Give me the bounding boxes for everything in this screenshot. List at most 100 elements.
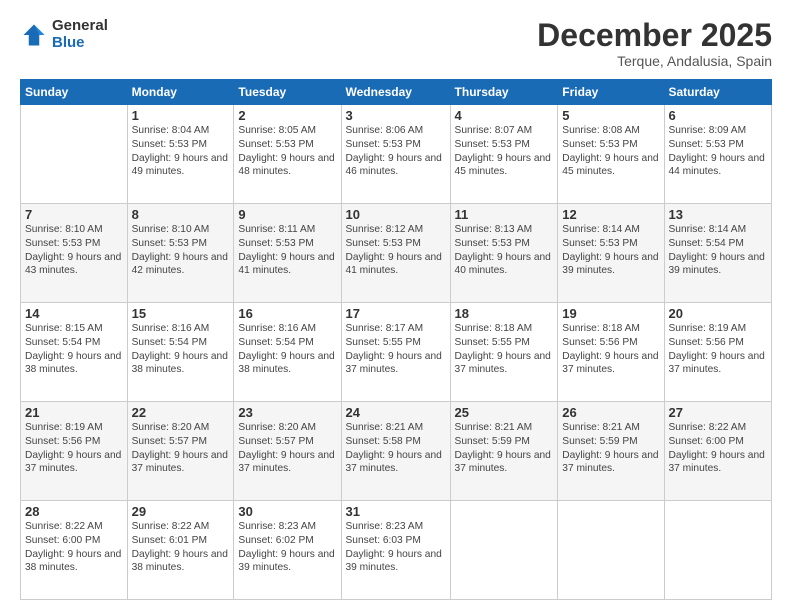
weekday-header-wednesday: Wednesday (341, 80, 450, 105)
day-info: Sunrise: 8:22 AM Sunset: 6:00 PM Dayligh… (25, 520, 123, 575)
day-number: 5 (562, 108, 659, 123)
day-info: Sunrise: 8:23 AM Sunset: 6:03 PM Dayligh… (346, 520, 446, 575)
day-number: 6 (669, 108, 768, 123)
day-number: 22 (132, 405, 230, 420)
calendar-week-row: 1Sunrise: 8:04 AM Sunset: 5:53 PM Daylig… (21, 105, 772, 204)
day-number: 1 (132, 108, 230, 123)
day-number: 30 (238, 504, 336, 519)
day-number: 3 (346, 108, 446, 123)
weekday-header-row: SundayMondayTuesdayWednesdayThursdayFrid… (21, 80, 772, 105)
day-number: 2 (238, 108, 336, 123)
logo-icon (20, 21, 48, 49)
calendar-week-row: 7Sunrise: 8:10 AM Sunset: 5:53 PM Daylig… (21, 204, 772, 303)
day-info: Sunrise: 8:08 AM Sunset: 5:53 PM Dayligh… (562, 124, 659, 179)
day-info: Sunrise: 8:16 AM Sunset: 5:54 PM Dayligh… (132, 322, 230, 377)
day-info: Sunrise: 8:16 AM Sunset: 5:54 PM Dayligh… (238, 322, 336, 377)
calendar-cell: 4Sunrise: 8:07 AM Sunset: 5:53 PM Daylig… (450, 105, 558, 204)
day-info: Sunrise: 8:17 AM Sunset: 5:55 PM Dayligh… (346, 322, 446, 377)
calendar-cell: 15Sunrise: 8:16 AM Sunset: 5:54 PM Dayli… (127, 303, 234, 402)
calendar-cell: 27Sunrise: 8:22 AM Sunset: 6:00 PM Dayli… (664, 402, 772, 501)
day-info: Sunrise: 8:11 AM Sunset: 5:53 PM Dayligh… (238, 223, 336, 278)
day-info: Sunrise: 8:18 AM Sunset: 5:56 PM Dayligh… (562, 322, 659, 377)
calendar-cell: 19Sunrise: 8:18 AM Sunset: 5:56 PM Dayli… (558, 303, 664, 402)
day-info: Sunrise: 8:05 AM Sunset: 5:53 PM Dayligh… (238, 124, 336, 179)
calendar-cell: 10Sunrise: 8:12 AM Sunset: 5:53 PM Dayli… (341, 204, 450, 303)
calendar-cell: 13Sunrise: 8:14 AM Sunset: 5:54 PM Dayli… (664, 204, 772, 303)
calendar-cell: 22Sunrise: 8:20 AM Sunset: 5:57 PM Dayli… (127, 402, 234, 501)
calendar-cell: 3Sunrise: 8:06 AM Sunset: 5:53 PM Daylig… (341, 105, 450, 204)
weekday-header-tuesday: Tuesday (234, 80, 341, 105)
day-info: Sunrise: 8:14 AM Sunset: 5:53 PM Dayligh… (562, 223, 659, 278)
day-info: Sunrise: 8:19 AM Sunset: 5:56 PM Dayligh… (669, 322, 768, 377)
day-number: 31 (346, 504, 446, 519)
logo-blue-text: Blue (52, 35, 108, 52)
day-number: 10 (346, 207, 446, 222)
day-info: Sunrise: 8:21 AM Sunset: 5:59 PM Dayligh… (562, 421, 659, 476)
day-number: 23 (238, 405, 336, 420)
day-number: 4 (455, 108, 554, 123)
day-info: Sunrise: 8:22 AM Sunset: 6:00 PM Dayligh… (669, 421, 768, 476)
weekday-header-thursday: Thursday (450, 80, 558, 105)
day-info: Sunrise: 8:15 AM Sunset: 5:54 PM Dayligh… (25, 322, 123, 377)
day-info: Sunrise: 8:14 AM Sunset: 5:54 PM Dayligh… (669, 223, 768, 278)
day-number: 20 (669, 306, 768, 321)
calendar-cell: 20Sunrise: 8:19 AM Sunset: 5:56 PM Dayli… (664, 303, 772, 402)
day-number: 8 (132, 207, 230, 222)
calendar-cell: 14Sunrise: 8:15 AM Sunset: 5:54 PM Dayli… (21, 303, 128, 402)
weekday-header-sunday: Sunday (21, 80, 128, 105)
calendar-cell: 5Sunrise: 8:08 AM Sunset: 5:53 PM Daylig… (558, 105, 664, 204)
day-info: Sunrise: 8:21 AM Sunset: 5:58 PM Dayligh… (346, 421, 446, 476)
day-info: Sunrise: 8:19 AM Sunset: 5:56 PM Dayligh… (25, 421, 123, 476)
calendar-week-row: 14Sunrise: 8:15 AM Sunset: 5:54 PM Dayli… (21, 303, 772, 402)
day-info: Sunrise: 8:20 AM Sunset: 5:57 PM Dayligh… (238, 421, 336, 476)
day-number: 14 (25, 306, 123, 321)
day-number: 16 (238, 306, 336, 321)
day-number: 15 (132, 306, 230, 321)
day-number: 12 (562, 207, 659, 222)
day-info: Sunrise: 8:13 AM Sunset: 5:53 PM Dayligh… (455, 223, 554, 278)
day-number: 27 (669, 405, 768, 420)
day-info: Sunrise: 8:21 AM Sunset: 5:59 PM Dayligh… (455, 421, 554, 476)
calendar-cell: 24Sunrise: 8:21 AM Sunset: 5:58 PM Dayli… (341, 402, 450, 501)
calendar-cell: 23Sunrise: 8:20 AM Sunset: 5:57 PM Dayli… (234, 402, 341, 501)
calendar-week-row: 28Sunrise: 8:22 AM Sunset: 6:00 PM Dayli… (21, 501, 772, 600)
day-info: Sunrise: 8:18 AM Sunset: 5:55 PM Dayligh… (455, 322, 554, 377)
logo-general-text: General (52, 18, 108, 35)
calendar-cell (450, 501, 558, 600)
day-info: Sunrise: 8:12 AM Sunset: 5:53 PM Dayligh… (346, 223, 446, 278)
calendar-container: General Blue December 2025 Terque, Andal… (0, 0, 792, 612)
day-info: Sunrise: 8:23 AM Sunset: 6:02 PM Dayligh… (238, 520, 336, 575)
day-info: Sunrise: 8:04 AM Sunset: 5:53 PM Dayligh… (132, 124, 230, 179)
day-info: Sunrise: 8:06 AM Sunset: 5:53 PM Dayligh… (346, 124, 446, 179)
logo: General Blue (20, 18, 108, 51)
day-number: 11 (455, 207, 554, 222)
day-number: 17 (346, 306, 446, 321)
day-number: 28 (25, 504, 123, 519)
day-number: 19 (562, 306, 659, 321)
calendar-cell: 8Sunrise: 8:10 AM Sunset: 5:53 PM Daylig… (127, 204, 234, 303)
title-block: December 2025 Terque, Andalusia, Spain (537, 18, 772, 69)
calendar-cell: 29Sunrise: 8:22 AM Sunset: 6:01 PM Dayli… (127, 501, 234, 600)
weekday-header-friday: Friday (558, 80, 664, 105)
day-info: Sunrise: 8:07 AM Sunset: 5:53 PM Dayligh… (455, 124, 554, 179)
location-subtitle: Terque, Andalusia, Spain (537, 53, 772, 69)
month-title: December 2025 (537, 18, 772, 53)
header: General Blue December 2025 Terque, Andal… (20, 18, 772, 69)
day-number: 29 (132, 504, 230, 519)
calendar-cell (664, 501, 772, 600)
calendar-cell: 7Sunrise: 8:10 AM Sunset: 5:53 PM Daylig… (21, 204, 128, 303)
calendar-cell: 2Sunrise: 8:05 AM Sunset: 5:53 PM Daylig… (234, 105, 341, 204)
weekday-header-saturday: Saturday (664, 80, 772, 105)
day-info: Sunrise: 8:20 AM Sunset: 5:57 PM Dayligh… (132, 421, 230, 476)
calendar-cell: 31Sunrise: 8:23 AM Sunset: 6:03 PM Dayli… (341, 501, 450, 600)
calendar-cell: 6Sunrise: 8:09 AM Sunset: 5:53 PM Daylig… (664, 105, 772, 204)
day-info: Sunrise: 8:10 AM Sunset: 5:53 PM Dayligh… (25, 223, 123, 278)
calendar-cell: 9Sunrise: 8:11 AM Sunset: 5:53 PM Daylig… (234, 204, 341, 303)
calendar-cell: 1Sunrise: 8:04 AM Sunset: 5:53 PM Daylig… (127, 105, 234, 204)
day-number: 9 (238, 207, 336, 222)
calendar-cell: 11Sunrise: 8:13 AM Sunset: 5:53 PM Dayli… (450, 204, 558, 303)
day-info: Sunrise: 8:22 AM Sunset: 6:01 PM Dayligh… (132, 520, 230, 575)
calendar-table: SundayMondayTuesdayWednesdayThursdayFrid… (20, 79, 772, 600)
calendar-cell (21, 105, 128, 204)
calendar-week-row: 21Sunrise: 8:19 AM Sunset: 5:56 PM Dayli… (21, 402, 772, 501)
